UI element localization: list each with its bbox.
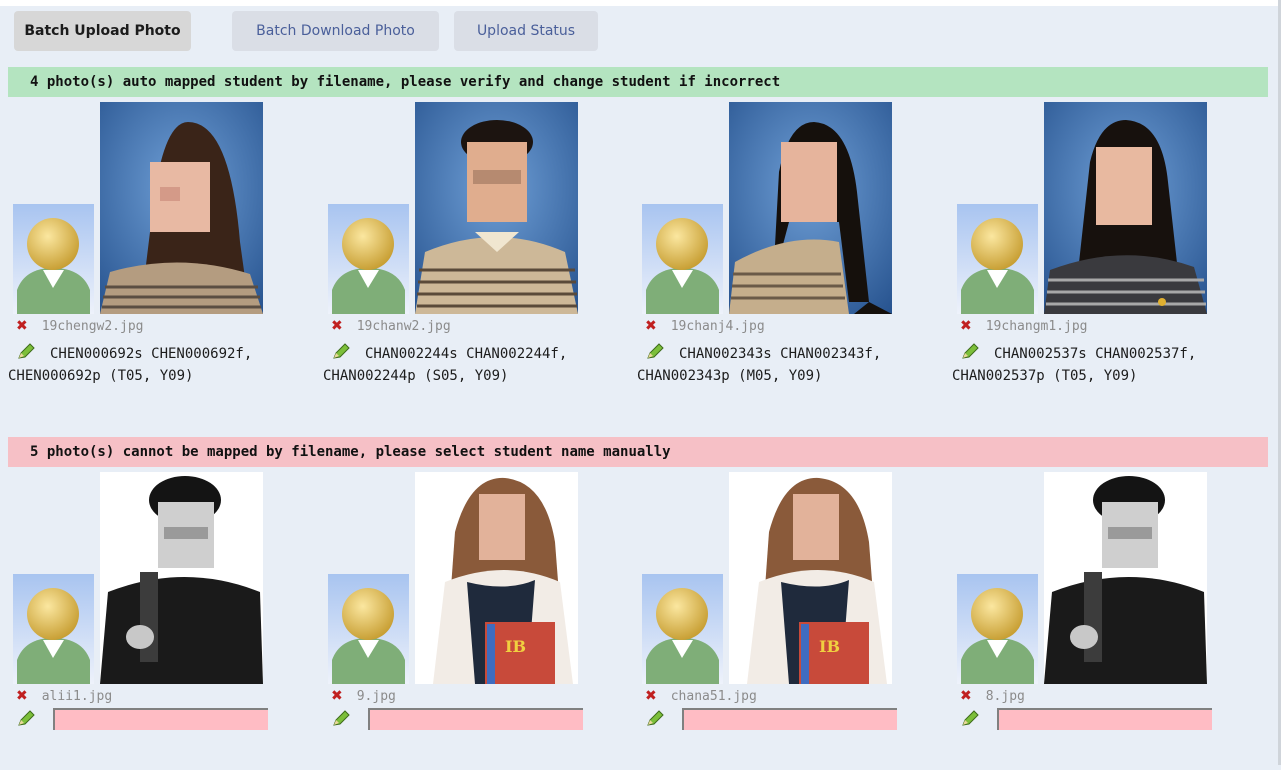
tab-batch-upload-photo[interactable]: Batch Upload Photo	[14, 11, 191, 51]
photo-filename-row: ✖ 8.jpg	[960, 688, 1025, 704]
tab-upload-status[interactable]: Upload Status	[454, 11, 598, 51]
mapped-banner: 4 photo(s) auto mapped student by filena…	[8, 67, 1268, 97]
photo-filename: 19chanj4.jpg	[670, 319, 765, 334]
unmapped-card: IB ✖ 9.jpg	[323, 470, 623, 770]
unmapped-card: ✖ alii1.jpg	[8, 470, 308, 770]
svg-text:IB: IB	[505, 637, 526, 656]
student-photo[interactable]	[1044, 102, 1207, 314]
student-ids: CHAN002244s CHAN002244f,	[365, 346, 568, 362]
pencil-icon[interactable]	[960, 343, 980, 361]
student-name-input[interactable]	[997, 708, 1212, 730]
mapped-card: ✖ 19changm1.jpg CHAN002537s CHAN002537f, …	[952, 100, 1252, 400]
mapped-card: ✖ 19chengw2.jpg CHEN000692s CHEN000692f, …	[8, 100, 308, 400]
pencil-icon[interactable]	[331, 343, 351, 361]
student-photo[interactable]: IB	[415, 472, 578, 684]
mapped-card: ✖ 19chanw2.jpg CHAN002244s CHAN002244f, C…	[323, 100, 623, 400]
photo-filename-row: ✖ 19changm1.jpg	[960, 318, 1087, 334]
default-avatar-icon	[328, 204, 409, 314]
delete-icon[interactable]: ✖	[960, 318, 972, 334]
delete-icon[interactable]: ✖	[331, 318, 343, 334]
delete-icon[interactable]: ✖	[645, 688, 657, 704]
photo-filename: 19chengw2.jpg	[41, 319, 144, 334]
student-ids-line2: CHEN000692p (T05, Y09)	[8, 368, 194, 384]
default-avatar-icon	[328, 574, 409, 684]
pencil-icon[interactable]	[16, 710, 36, 728]
photo-filename-row: ✖ alii1.jpg	[16, 688, 112, 704]
delete-icon[interactable]: ✖	[16, 318, 28, 334]
photo-filename-row: ✖ 19chengw2.jpg	[16, 318, 143, 334]
student-select-row	[16, 710, 50, 729]
photo-filename-row: ✖ 9.jpg	[331, 688, 396, 704]
photo-filename: 19changm1.jpg	[985, 319, 1088, 334]
mapped-card: ✖ 19chanj4.jpg CHAN002343s CHAN002343f, C…	[637, 100, 937, 400]
pencil-icon[interactable]	[331, 710, 351, 728]
tab-batch-download-photo[interactable]: Batch Download Photo	[232, 11, 439, 51]
student-photo[interactable]: IB	[729, 472, 892, 684]
photo-filename: alii1.jpg	[41, 689, 113, 704]
student-photo[interactable]	[729, 102, 892, 314]
student-name-input[interactable]	[682, 708, 897, 730]
pencil-icon[interactable]	[645, 710, 665, 728]
default-avatar-icon	[13, 574, 94, 684]
student-ids-line2: CHAN002537p (T05, Y09)	[952, 368, 1138, 384]
student-select-row	[645, 710, 679, 729]
default-avatar-icon	[642, 574, 723, 684]
student-ids: CHAN002537s CHAN002537f,	[994, 346, 1197, 362]
unmapped-card: IB ✖ chana51.jpg	[637, 470, 937, 770]
unmapped-banner: 5 photo(s) cannot be mapped by filename,…	[8, 437, 1268, 467]
student-ids: CHAN002343s CHAN002343f,	[679, 346, 882, 362]
default-avatar-icon	[957, 204, 1038, 314]
photo-filename-row: ✖ 19chanw2.jpg	[331, 318, 451, 334]
delete-icon[interactable]: ✖	[16, 688, 28, 704]
student-mapping-row: CHEN000692s CHEN000692f,	[16, 343, 252, 362]
student-photo[interactable]	[100, 102, 263, 314]
photo-filename: 9.jpg	[356, 689, 396, 704]
student-ids-line2: CHAN002343p (M05, Y09)	[637, 368, 823, 384]
student-mapping-row: CHAN002537s CHAN002537f,	[960, 343, 1196, 362]
photo-filename: 19chanw2.jpg	[356, 319, 451, 334]
svg-text:IB: IB	[819, 637, 840, 656]
pencil-icon[interactable]	[645, 343, 665, 361]
default-avatar-icon	[642, 204, 723, 314]
photo-filename: 8.jpg	[985, 689, 1025, 704]
student-name-input[interactable]	[368, 708, 583, 730]
student-name-input[interactable]	[53, 708, 268, 730]
student-photo[interactable]	[100, 472, 263, 684]
photo-filename: chana51.jpg	[670, 689, 757, 704]
default-avatar-icon	[957, 574, 1038, 684]
default-avatar-icon	[13, 204, 94, 314]
unmapped-card: ✖ 8.jpg	[952, 470, 1252, 770]
student-mapping-row: CHAN002343s CHAN002343f,	[645, 343, 881, 362]
photo-filename-row: ✖ chana51.jpg	[645, 688, 757, 704]
student-photo[interactable]	[415, 102, 578, 314]
delete-icon[interactable]: ✖	[645, 318, 657, 334]
photo-filename-row: ✖ 19chanj4.jpg	[645, 318, 765, 334]
student-photo[interactable]	[1044, 472, 1207, 684]
window-top-edge	[0, 0, 1281, 6]
delete-icon[interactable]: ✖	[960, 688, 972, 704]
delete-icon[interactable]: ✖	[331, 688, 343, 704]
pencil-icon[interactable]	[960, 710, 980, 728]
student-ids-line2: CHAN002244p (S05, Y09)	[323, 368, 509, 384]
pencil-icon[interactable]	[16, 343, 36, 361]
student-select-row	[960, 710, 994, 729]
student-select-row	[331, 710, 365, 729]
student-ids: CHEN000692s CHEN000692f,	[50, 346, 253, 362]
student-mapping-row: CHAN002244s CHAN002244f,	[331, 343, 567, 362]
